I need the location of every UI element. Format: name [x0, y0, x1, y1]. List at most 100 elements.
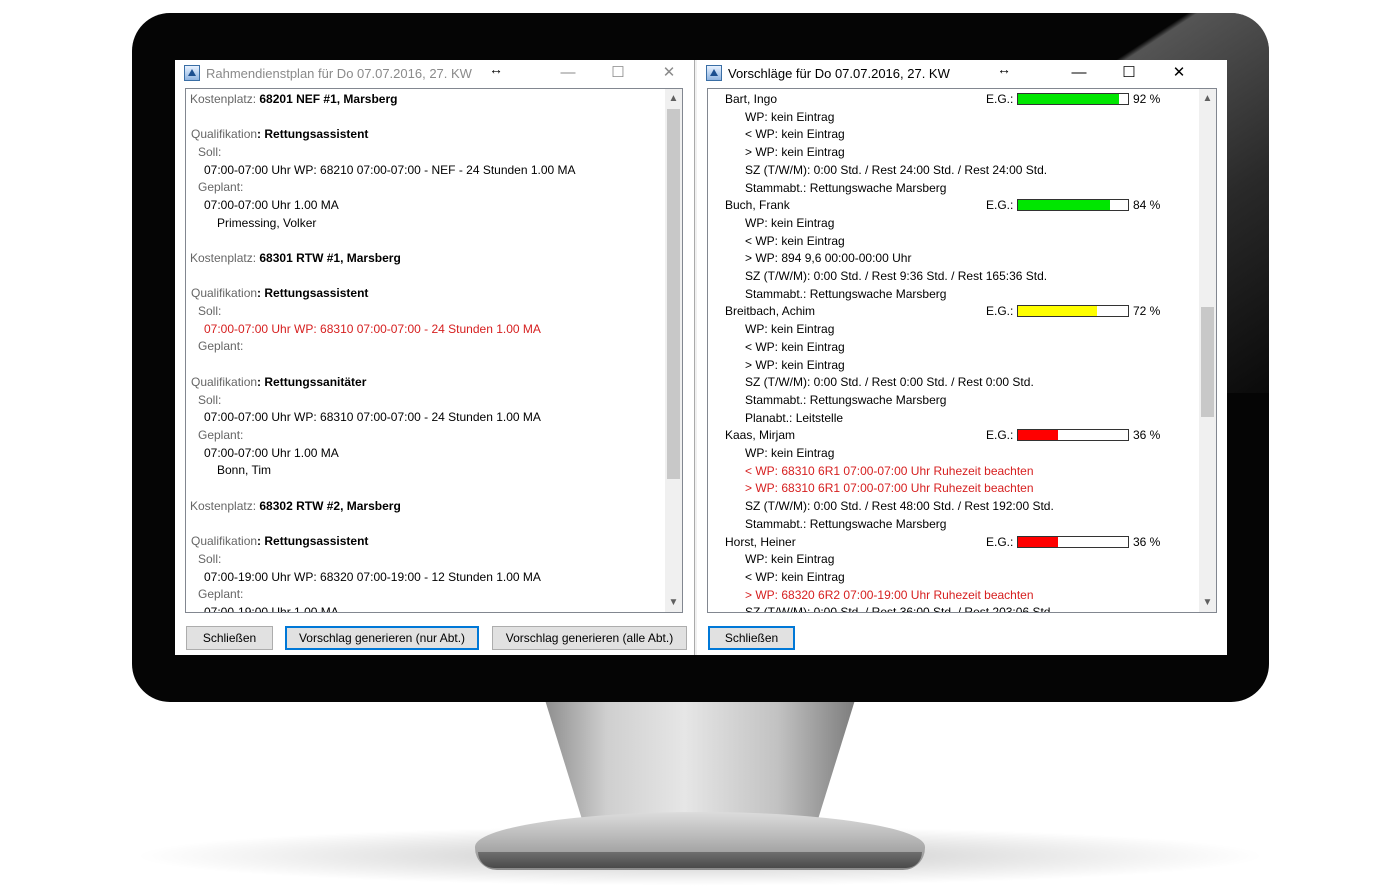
schedule-line-text: : Rettungsassistent: [257, 534, 369, 548]
schedule-line-text: Soll:: [198, 552, 222, 566]
eg-progress-fill: [1018, 306, 1098, 317]
candidate-detail: WP: kein Eintrag: [745, 109, 835, 124]
schedule-line-text: 68201 NEF #1, Marsberg: [259, 92, 398, 106]
eg-progress-bar: [1017, 429, 1129, 442]
close-button[interactable]: Schließen: [186, 626, 273, 650]
schedule-line: Soll:: [198, 144, 221, 160]
candidate-detail: Stammabt.: Rettungswache Marsberg: [745, 392, 947, 407]
candidate-detail: WP: kein Eintrag: [745, 322, 835, 337]
schedule-line: Kostenplatz: 68201 NEF #1, Marsberg: [190, 91, 397, 107]
scrollbar-thumb[interactable]: [1201, 307, 1214, 417]
eg-label: E.G.:: [986, 92, 1014, 106]
schedule-line: Geplant:: [198, 338, 243, 354]
schedule-line: Geplant:: [198, 586, 243, 602]
title-bar[interactable]: Rahmendienstplan für Do 07.07.2016, 27. …: [175, 60, 694, 86]
candidate-detail: WP: kein Eintrag: [745, 215, 835, 230]
schedule-line-text: Qualifikation: [191, 127, 258, 141]
schedule-content: Kostenplatz: 68201 NEF #1, Marsberg Quali…: [186, 89, 664, 612]
candidate-detail: Stammabt.: Rettungswache Marsberg: [745, 516, 947, 531]
schedule-line: Soll:: [198, 303, 221, 319]
schedule-line-text: Geplant:: [198, 339, 244, 353]
suggestions-content: Bart, Ingo E.G.: 92 % WP: kein Eintrag < WP:…: [708, 89, 1198, 612]
schedule-line: Soll:: [198, 551, 221, 567]
candidate-name[interactable]: Kaas, Mirjam: [725, 427, 795, 443]
app-icon: [184, 65, 200, 81]
app-icon: [706, 65, 722, 81]
candidate-detail: Stammabt.: Rettungswache Marsberg: [745, 180, 947, 195]
scroll-down-icon[interactable]: ▼: [665, 594, 682, 611]
eg-label: E.G.:: [986, 428, 1014, 443]
monitor-stand-base-edge: [478, 852, 922, 868]
resize-arrows-icon: ↔: [489, 61, 503, 77]
monitor-stand-neck: [545, 700, 855, 820]
schedule-line-text: Geplant:: [198, 587, 244, 601]
schedule-line: 07:00-07:00 Uhr 1.00 MA: [204, 445, 339, 461]
eg-label: E.G.:: [986, 534, 1014, 549]
schedule-line-text: Geplant:: [198, 180, 244, 194]
eg-percent: 92 %: [1133, 92, 1161, 106]
eg-progress-bar: [1017, 305, 1129, 318]
schedule-line-text: 07:00-07:00 Uhr WP: 68310 07:00-07:00 - …: [204, 322, 541, 336]
schedule-line-text: : Rettungsassistent: [257, 127, 369, 141]
schedule-line-text: 07:00-07:00 Uhr 1.00 MA: [204, 198, 339, 212]
monitor-screen: Rahmendienstplan für Do 07.07.2016, 27. …: [175, 60, 1227, 655]
eg-progress-fill: [1018, 536, 1058, 547]
schedule-line: Bonn, Tim: [217, 462, 271, 478]
scroll-up-icon[interactable]: ▲: [665, 90, 682, 107]
schedule-line-text: Geplant:: [198, 428, 244, 442]
schedule-line-text: 68301 RTW #1, Marsberg: [259, 251, 401, 265]
schedule-line-text: : Rettungssanitäter: [257, 375, 367, 389]
maximize-button[interactable]: ☐: [596, 60, 640, 86]
schedule-line: 07:00-07:00 Uhr 1.00 MA: [204, 197, 339, 213]
eg-progress-bar: [1017, 93, 1129, 105]
candidate-name[interactable]: Bart, Ingo: [725, 91, 777, 107]
candidate-detail: SZ (T/W/M): 0:00 Std. / Rest 48:00 Std. …: [745, 499, 1054, 514]
resize-arrows-icon: ↔: [997, 61, 1011, 77]
schedule-line-text: 07:00-19:00 Uhr 1.00 MA: [204, 605, 339, 612]
schedule-line-text: Kostenplatz:: [190, 499, 260, 513]
candidate-detail: SZ (T/W/M): 0:00 Std. / Rest 0:00 Std. /…: [745, 375, 1034, 390]
schedule-line: Soll:: [198, 392, 221, 408]
schedule-line-text: Kostenplatz:: [190, 251, 260, 265]
vertical-scrollbar[interactable]: ▲ ▼: [1199, 89, 1216, 612]
eg-label: E.G.:: [986, 198, 1014, 213]
minimize-button[interactable]: —: [1057, 60, 1101, 86]
candidate-detail: > WP: 68310 6R1 07:00-07:00 Uhr Ruhezeit…: [745, 481, 1034, 496]
close-window-button[interactable]: ✕: [1157, 60, 1201, 86]
candidate-name[interactable]: Buch, Frank: [725, 197, 790, 213]
minimize-button[interactable]: —: [546, 60, 590, 86]
schedule-line-text: Soll:: [198, 145, 222, 159]
schedule-line: Qualifikation: Rettungsassistent: [191, 126, 368, 142]
window-title: Rahmendienstplan für Do 07.07.2016, 27. …: [206, 66, 472, 81]
candidate-detail: WP: kein Eintrag: [745, 446, 835, 460]
vertical-scrollbar[interactable]: ▲ ▼: [665, 89, 682, 612]
candidate-detail: Stammabt.: Rettungswache Marsberg: [745, 286, 947, 301]
eg-progress-fill: [1018, 200, 1111, 211]
candidate-detail: > WP: 68320 6R2 07:00-19:00 Uhr Ruhezeit…: [745, 587, 1034, 602]
candidate-detail: > WP: 894 9,6 00:00-00:00 Uhr: [745, 251, 912, 266]
generate-all-button[interactable]: Vorschlag generieren (alle Abt.): [492, 626, 687, 650]
scroll-down-icon[interactable]: ▼: [1199, 594, 1216, 611]
candidate-name[interactable]: Breitbach, Achim: [725, 303, 815, 319]
close-window-button[interactable]: ✕: [647, 60, 691, 86]
schedule-line: 07:00-19:00 Uhr 1.00 MA: [204, 604, 339, 612]
generate-dept-button[interactable]: Vorschlag generieren (nur Abt.): [285, 626, 479, 650]
candidate-name[interactable]: Horst, Heiner: [725, 534, 796, 550]
candidate-detail: < WP: kein Eintrag: [745, 339, 845, 354]
candidate-detail: < WP: kein Eintrag: [745, 127, 845, 142]
scroll-up-icon[interactable]: ▲: [1199, 90, 1216, 107]
schedule-line-text: Qualifikation: [191, 534, 258, 548]
schedule-line: 07:00-19:00 Uhr WP: 68320 07:00-19:00 - …: [204, 569, 541, 585]
suggestions-list[interactable]: Bart, Ingo E.G.: 92 % WP: kein Eintrag < WP:…: [707, 88, 1217, 613]
schedule-line: Qualifikation: Rettungsassistent: [191, 533, 368, 549]
schedule-line: 07:00-07:00 Uhr WP: 68310 07:00-07:00 - …: [204, 321, 541, 337]
schedule-line-text: Kostenplatz:: [190, 92, 260, 106]
maximize-button[interactable]: ☐: [1107, 60, 1151, 86]
schedule-list[interactable]: Kostenplatz: 68201 NEF #1, Marsberg Quali…: [185, 88, 683, 613]
close-button[interactable]: Schließen: [708, 626, 795, 650]
schedule-line: 07:00-07:00 Uhr WP: 68310 07:00-07:00 - …: [204, 409, 541, 425]
title-bar[interactable]: Vorschläge für Do 07.07.2016, 27. KW ↔ —…: [697, 60, 1227, 86]
scrollbar-thumb[interactable]: [667, 109, 680, 479]
vorschlaege-window: Vorschläge für Do 07.07.2016, 27. KW ↔ —…: [697, 60, 1227, 655]
candidate-detail: < WP: kein Eintrag: [745, 569, 845, 584]
